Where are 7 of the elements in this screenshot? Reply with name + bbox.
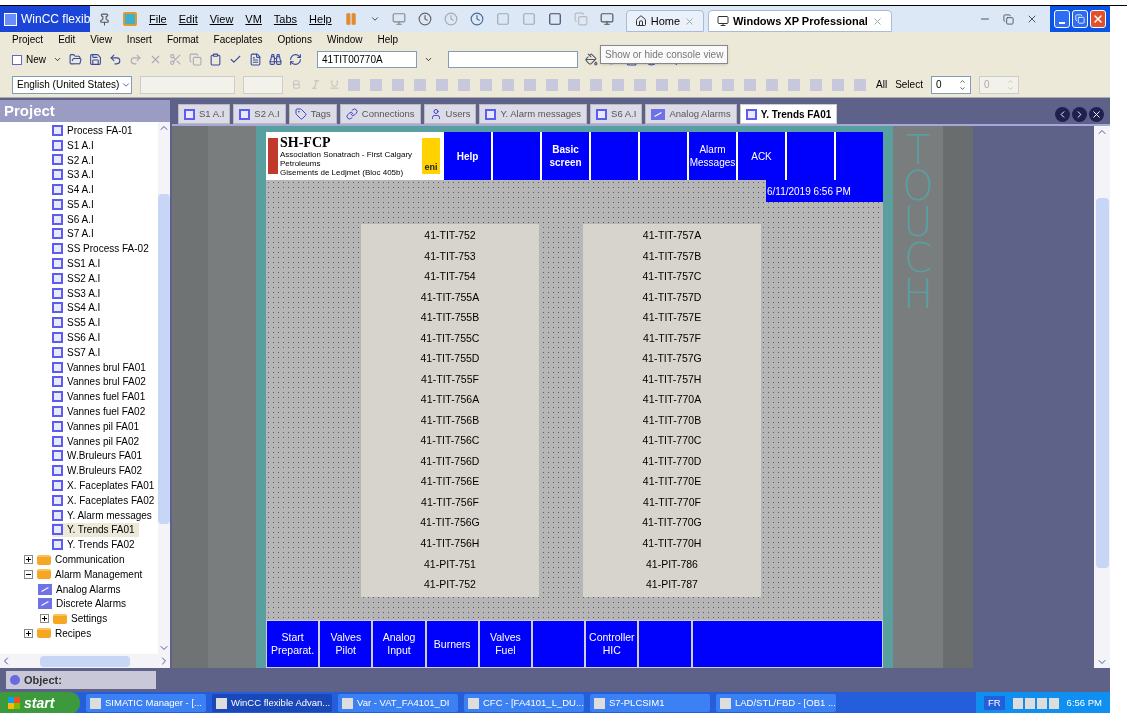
clock: 6:56 PM (1066, 695, 1102, 710)
app-title: WinCC flexib (21, 11, 91, 28)
date-time-display: 6/11/2019 6:56 PM (766, 180, 883, 202)
project-header: Project (0, 100, 170, 122)
tooltip: Show or hide console view (600, 45, 729, 64)
all-label: All (876, 78, 888, 92)
object-label: Object: (6, 671, 156, 689)
